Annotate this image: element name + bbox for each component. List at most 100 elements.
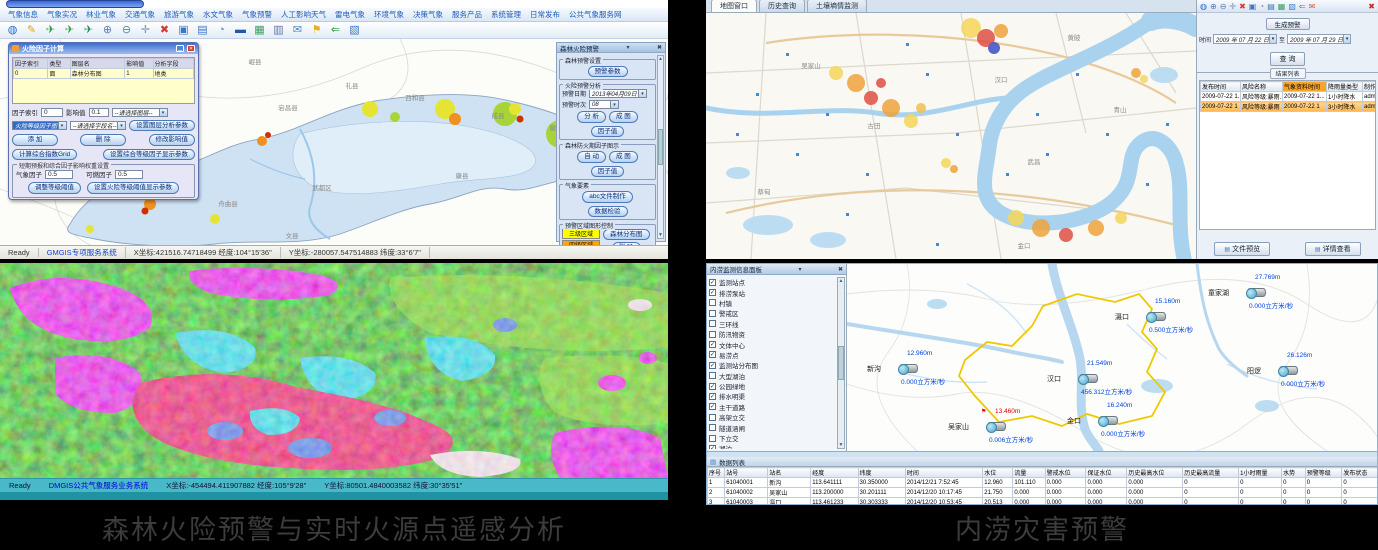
back-icon[interactable]: ⇐ bbox=[1299, 1, 1306, 12]
pin-icon[interactable]: ⚑ bbox=[310, 24, 323, 37]
stop-icon[interactable]: ✖ bbox=[158, 24, 171, 37]
column-header[interactable]: 降雨量类型 bbox=[1327, 82, 1363, 92]
panel-titlebar[interactable]: 内涝监测信息面板 ▾ ✖ bbox=[707, 264, 846, 275]
pan-icon[interactable]: ✛ bbox=[139, 24, 152, 37]
result-table[interactable]: 发布时间风险名称气象资料时间降雨量类型制作人2009-07-22 1...风险等… bbox=[1199, 80, 1376, 230]
checked-checkbox[interactable]: ✓ bbox=[709, 279, 716, 286]
panel-close-icon[interactable]: ✖ bbox=[1368, 2, 1375, 11]
layer-item[interactable]: 警戒区 bbox=[709, 308, 836, 318]
query-button[interactable]: 查 询 bbox=[1270, 52, 1306, 66]
checked-checkbox[interactable]: ✓ bbox=[709, 445, 716, 449]
tab-1[interactable]: 历史查询 bbox=[759, 0, 805, 12]
unchecked-checkbox[interactable] bbox=[709, 310, 716, 317]
layer-item[interactable]: ✓公园绿地 bbox=[709, 381, 836, 391]
menu-item[interactable]: 环境气象 bbox=[374, 9, 404, 20]
column-header[interactable]: 时间 bbox=[905, 468, 982, 478]
close-icon[interactable]: ✖ bbox=[838, 266, 843, 273]
menu-item[interactable]: 人工影响天气 bbox=[281, 9, 326, 20]
menu-item[interactable]: 雷电气象 bbox=[335, 9, 365, 20]
unchecked-checkbox[interactable] bbox=[709, 414, 716, 421]
layer-item[interactable]: ✓湖泊 bbox=[709, 443, 836, 449]
generate-warning-button[interactable]: 生成预警 bbox=[1266, 18, 1310, 30]
panel-button[interactable]: 森林分布图 bbox=[603, 229, 650, 240]
layer-item[interactable]: 三环线 bbox=[709, 319, 836, 329]
map-window-icon[interactable]: ▣ bbox=[1249, 1, 1257, 12]
table-row[interactable]: 161040001新沟113.64111130.3500002014/12/21… bbox=[708, 478, 1378, 488]
panel-bottom-button[interactable]: ▤文件预览 bbox=[1214, 242, 1270, 256]
field-select[interactable]: --请选择字段名--▾ bbox=[70, 121, 126, 130]
checked-checkbox[interactable]: ✓ bbox=[709, 383, 716, 390]
column-header[interactable]: 警戒水位 bbox=[1045, 468, 1086, 478]
scale-search-icon[interactable]: ◔ bbox=[215, 24, 228, 37]
grade-select[interactable]: 火险等级因子图▾ bbox=[12, 121, 67, 130]
notebook-icon[interactable]: ▤ bbox=[1267, 1, 1275, 12]
layer-item[interactable]: 防汛物资 bbox=[709, 329, 836, 339]
scroll-down-icon[interactable]: ▼ bbox=[658, 232, 663, 238]
image-layer-icon[interactable]: ▦ bbox=[253, 24, 266, 37]
panel-button[interactable]: 成 图 bbox=[609, 111, 638, 122]
menu-item[interactable]: 交通气象 bbox=[125, 9, 155, 20]
dialog-titlebar[interactable]: 火险因子计算 ▁ ✕ bbox=[9, 43, 198, 54]
checked-checkbox[interactable]: ✓ bbox=[709, 351, 716, 358]
scroll-up-icon[interactable]: ▲ bbox=[658, 56, 663, 62]
vertical-scrollbar[interactable]: ▲▼ bbox=[657, 55, 664, 239]
unchecked-checkbox[interactable] bbox=[709, 331, 716, 338]
checked-checkbox[interactable]: ✓ bbox=[709, 362, 716, 369]
layer-item[interactable]: ✓主干道路 bbox=[709, 402, 836, 412]
fire-factor-dialog[interactable]: 火险因子计算 ▁ ✕ 因子索引类型图层名影响值分析字段0面森林分布图1地类 因子… bbox=[8, 42, 199, 200]
zoom-in-icon[interactable]: ⊕ bbox=[1210, 1, 1217, 12]
panel-button[interactable]: 因子值 bbox=[591, 126, 625, 137]
collapse-icon[interactable]: ▾ bbox=[798, 266, 801, 273]
menu-item[interactable]: 公共气象服务网 bbox=[569, 9, 622, 20]
warning-date-select[interactable]: 2013年04月09日▾ bbox=[589, 89, 647, 98]
column-header[interactable]: 纬度 bbox=[858, 468, 905, 478]
tab-0[interactable]: 地图窗口 bbox=[711, 0, 757, 12]
column-header[interactable]: 序号 bbox=[708, 468, 725, 478]
mail-icon[interactable]: ✉ bbox=[1309, 1, 1316, 12]
weather-factor-input[interactable]: 0.5 bbox=[45, 170, 73, 179]
unchecked-checkbox[interactable] bbox=[709, 435, 716, 442]
menu-item[interactable]: 气象实况 bbox=[47, 9, 77, 20]
column-header[interactable]: 站号 bbox=[725, 468, 768, 478]
adjust-threshold-button[interactable]: 调整等级阈值 bbox=[28, 182, 81, 193]
layer-item[interactable]: ✓排水明渠 bbox=[709, 391, 836, 401]
panel-button[interactable]: 因子值 bbox=[591, 166, 625, 177]
scroll-thumb[interactable] bbox=[838, 346, 844, 380]
impact-input[interactable]: 0.1 bbox=[89, 108, 109, 117]
column-header[interactable]: 图层名 bbox=[70, 59, 125, 69]
table-row[interactable]: 2009-07-22 1...风险等级:暴雨...2009-07-22 1...… bbox=[1201, 92, 1377, 102]
close-button[interactable]: ✕ bbox=[187, 45, 195, 52]
menu-item[interactable]: 服务产品 bbox=[452, 9, 482, 20]
column-header[interactable]: 分析字段 bbox=[153, 59, 193, 69]
layer-item[interactable]: ✓监测站分布图 bbox=[709, 360, 836, 370]
column-header[interactable]: 气象资料时间 bbox=[1283, 82, 1327, 92]
layer-item[interactable]: ✓易涝点 bbox=[709, 350, 836, 360]
panel-button[interactable]: 分 析 bbox=[577, 111, 606, 122]
panel-button[interactable]: 数据检验 bbox=[588, 206, 628, 217]
checked-checkbox[interactable]: ✓ bbox=[709, 341, 716, 348]
scroll-up-icon[interactable]: ▲ bbox=[838, 278, 844, 284]
back-icon[interactable]: ⇐ bbox=[329, 24, 342, 37]
set-layer-params-button[interactable]: 设置图层分析参数 bbox=[129, 120, 195, 131]
column-header[interactable]: 制作人 bbox=[1363, 82, 1377, 92]
menu-item[interactable]: 日常发布 bbox=[530, 9, 560, 20]
minimize-button[interactable]: ▁ bbox=[176, 45, 184, 52]
column-header[interactable]: 1小时雨量 bbox=[1239, 468, 1282, 478]
full-extent-icon[interactable]: ✈ bbox=[44, 24, 57, 37]
column-header[interactable]: 历史最高流量 bbox=[1183, 468, 1239, 478]
image-icon[interactable]: ▧ bbox=[1288, 1, 1296, 12]
column-header[interactable]: 风险名称 bbox=[1241, 82, 1283, 92]
zoom-out-icon[interactable]: ⊖ bbox=[120, 24, 133, 37]
station-data-table[interactable]: 序号站号站名经度纬度时间水位流量警戒水位保证水位历史最高水位历史最高流量1小时雨… bbox=[707, 467, 1378, 504]
refresh-icon[interactable]: ◔ bbox=[1259, 1, 1264, 12]
zoom-out-map-icon[interactable]: ✈ bbox=[82, 24, 95, 37]
column-header[interactable]: 站名 bbox=[768, 468, 811, 478]
set-fire-params-button[interactable]: 设置火险等级阈值显示参数 bbox=[87, 182, 179, 193]
factor-table[interactable]: 因子索引类型图层名影响值分析字段0面森林分布图1地类 bbox=[12, 57, 195, 104]
unchecked-checkbox[interactable] bbox=[709, 320, 716, 327]
zoom-in-icon[interactable]: ⊕ bbox=[101, 24, 114, 37]
unchecked-checkbox[interactable] bbox=[709, 372, 716, 379]
street-map[interactable]: 吴家山古田汉口武昌青山金口蔡甸黄陂 bbox=[706, 13, 1196, 259]
map-window-icon[interactable]: ▣ bbox=[177, 24, 190, 37]
column-header[interactable]: 水势 bbox=[1282, 468, 1306, 478]
